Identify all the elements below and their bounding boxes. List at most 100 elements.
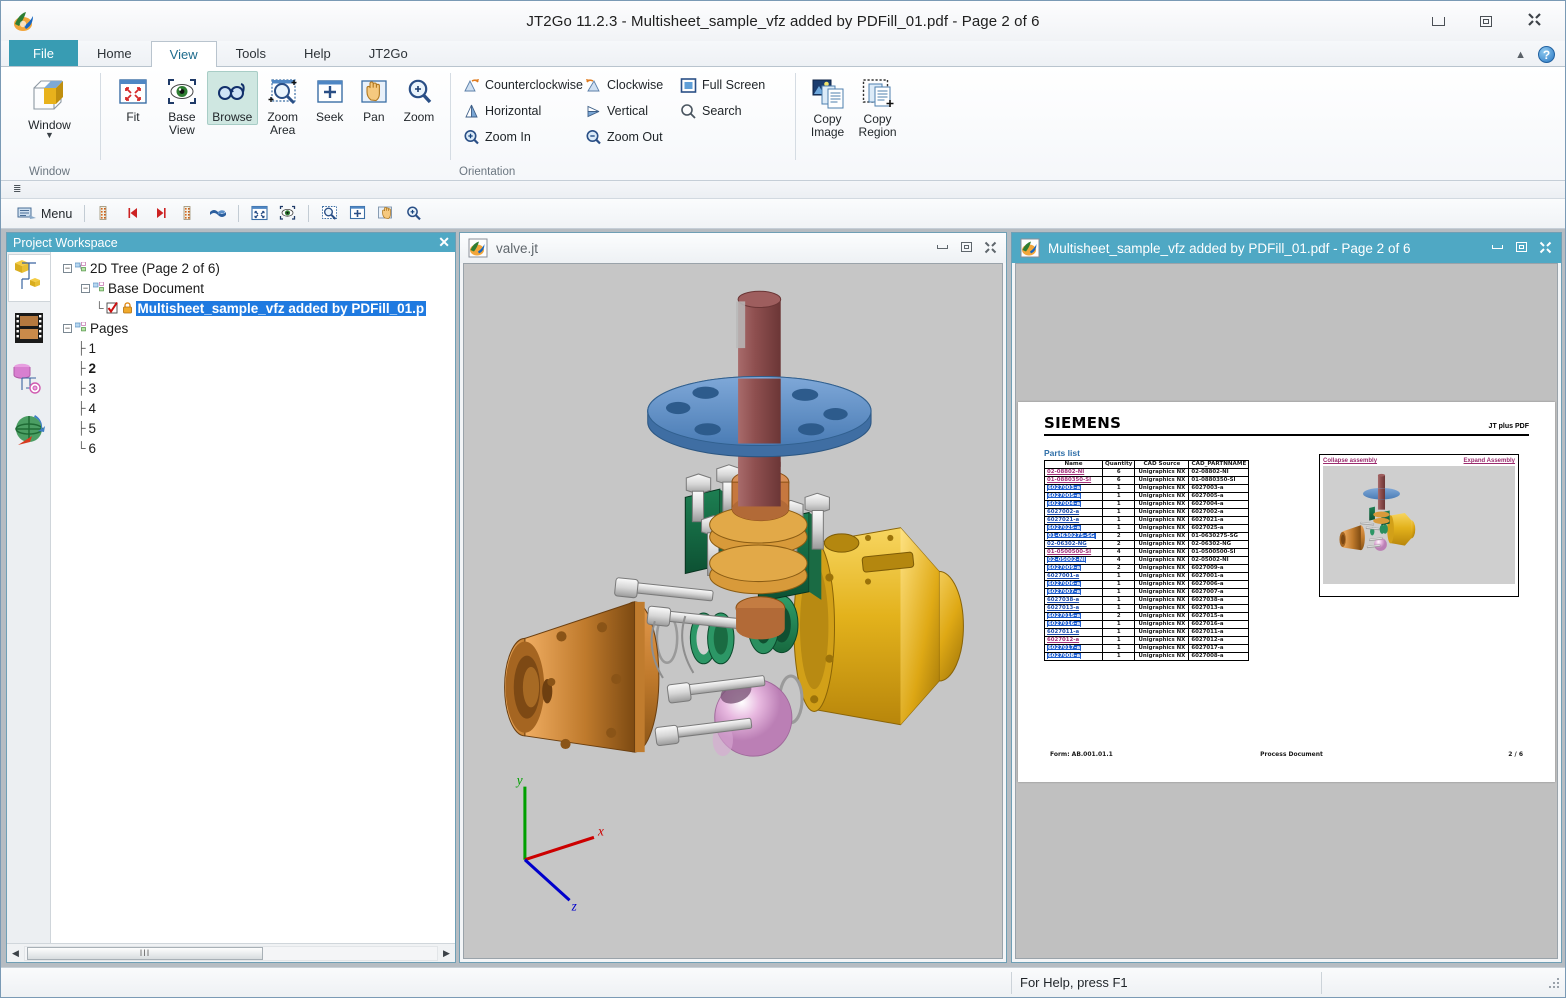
qat-dropdown-icon[interactable]: ≣ <box>13 184 21 195</box>
part-link[interactable]: 01-0880350-SI <box>1047 477 1091 483</box>
part-link[interactable]: 6027012-a <box>1047 637 1079 643</box>
tree-page-4[interactable]: ├ 4 <box>63 398 455 418</box>
tree-page-1[interactable]: ├ 1 <box>63 338 455 358</box>
scrollbar-track[interactable]: III <box>24 946 438 961</box>
part-link[interactable]: 6027017-a <box>1047 645 1081 651</box>
browse-button[interactable]: Browse <box>207 71 258 125</box>
restore-button[interactable] <box>959 240 974 254</box>
restore-button[interactable] <box>1514 240 1529 254</box>
strip-item-assembly-tree[interactable] <box>8 254 50 302</box>
strip-item-pmi[interactable] <box>8 356 50 404</box>
fit-button[interactable]: Fit <box>109 71 157 125</box>
part-link[interactable]: 02-06302-NG <box>1047 541 1087 547</box>
part-link[interactable]: 6027008-a <box>1047 653 1081 659</box>
next-page-button[interactable] <box>149 202 174 226</box>
tab-help[interactable]: Help <box>285 40 350 66</box>
part-link[interactable]: 6027003-a <box>1047 485 1081 491</box>
part-link[interactable]: 6027015-a <box>1047 613 1081 619</box>
checkbox-checked-icon[interactable] <box>106 302 119 314</box>
tab-jt2go[interactable]: JT2Go <box>350 40 427 66</box>
pan-tool-button[interactable] <box>373 202 398 226</box>
tab-file[interactable]: File <box>9 40 78 66</box>
part-link[interactable]: 01-0630275-SG <box>1047 533 1096 539</box>
scroll-right-arrow-icon[interactable]: ▶ <box>438 945 455 962</box>
minimize-button[interactable] <box>935 240 950 254</box>
seek-button[interactable]: Seek <box>308 71 352 125</box>
zoom-out-button[interactable]: Zoom Out <box>581 125 676 149</box>
part-link[interactable]: 6027007-a <box>1047 589 1081 595</box>
close-button[interactable] <box>1538 240 1553 254</box>
vertical-button[interactable]: Vertical <box>581 99 676 123</box>
part-link[interactable]: 6027013-a <box>1047 605 1079 611</box>
zoom-button[interactable]: Zoom <box>396 71 442 125</box>
help-icon[interactable]: ? <box>1538 46 1555 63</box>
previous-page-button[interactable] <box>121 202 146 226</box>
part-link[interactable]: 6027004-a <box>1047 501 1081 507</box>
full-screen-button[interactable]: Full Screen <box>676 73 786 97</box>
base-view-button[interactable]: Base View <box>157 71 207 138</box>
scroll-left-arrow-icon[interactable]: ◀ <box>7 945 24 962</box>
zoom-tool-button[interactable] <box>401 202 426 226</box>
restore-button[interactable] <box>1463 7 1509 35</box>
menu-button[interactable]: Menu <box>13 202 76 226</box>
part-link[interactable]: 6027011-a <box>1047 629 1079 635</box>
minimize-button[interactable] <box>1415 7 1461 35</box>
tree-node-selected-document[interactable]: └ Multisheet_sample_vfz added by PDFill_… <box>63 298 455 318</box>
tree-page-3[interactable]: ├ 3 <box>63 378 455 398</box>
search-button[interactable]: Search <box>676 99 786 123</box>
chevron-up-icon[interactable]: ▲ <box>1515 49 1526 61</box>
counterclockwise-button[interactable]: Counterclockwise <box>459 73 581 97</box>
document-tree[interactable]: − 2D Tree (Page 2 of 6) − Base Document <box>51 252 455 943</box>
strip-item-filmstrip[interactable] <box>8 305 50 353</box>
copy-region-button[interactable]: Copy Region <box>853 73 902 140</box>
expander-icon[interactable]: − <box>63 324 72 333</box>
pdf-viewer[interactable]: SIEMENS JT plus PDF Parts list Name <box>1016 264 1557 958</box>
part-link[interactable]: 02-08802-NI <box>1047 469 1084 475</box>
part-link[interactable]: 6027025-a <box>1047 525 1081 531</box>
chevron-down-icon[interactable]: ▼ <box>45 132 54 139</box>
part-link[interactable]: 6027001-a <box>1047 573 1079 579</box>
model-3d-viewport[interactable]: y x z <box>464 264 1002 958</box>
base-view-tool-button[interactable] <box>275 202 300 226</box>
expander-icon[interactable]: − <box>63 264 72 273</box>
fit-tool-button[interactable] <box>247 202 272 226</box>
minimize-button[interactable] <box>1490 240 1505 254</box>
tree-node-base-document[interactable]: − Base Document <box>63 278 455 298</box>
scrollbar-thumb[interactable]: III <box>27 947 263 960</box>
part-link[interactable]: 6027002-a <box>1047 509 1079 515</box>
seek-tool-button[interactable] <box>345 202 370 226</box>
tree-page-6[interactable]: └ 6 <box>63 438 455 458</box>
strip-item-views[interactable] <box>8 407 50 455</box>
tab-home[interactable]: Home <box>78 40 151 66</box>
part-link[interactable]: 02-05002-NI <box>1047 557 1086 563</box>
part-link[interactable]: 6027016-a <box>1047 621 1081 627</box>
close-button[interactable] <box>1511 7 1557 35</box>
part-link[interactable]: 6027038-a <box>1047 597 1079 603</box>
expand-assembly-link[interactable]: Expand Assembly <box>1464 458 1515 464</box>
fly-through-button[interactable] <box>205 202 230 226</box>
tree-page-2[interactable]: ├ 2 <box>63 358 455 378</box>
collapse-assembly-link[interactable]: Collapse assembly <box>1323 458 1377 464</box>
part-link[interactable]: 01-0500500-SI <box>1047 549 1091 555</box>
workspace-horizontal-scrollbar[interactable]: ◀ III ▶ <box>7 943 455 962</box>
part-link[interactable]: 6027006-a <box>1047 581 1081 587</box>
close-icon[interactable]: ✕ <box>438 234 450 250</box>
zoom-area-button[interactable]: Zoom Area <box>258 71 308 138</box>
pan-button[interactable]: Pan <box>352 71 396 125</box>
zoom-in-button[interactable]: Zoom In <box>459 125 581 149</box>
tree-page-5[interactable]: ├ 5 <box>63 418 455 438</box>
tab-view[interactable]: View <box>151 41 217 67</box>
zoom-area-tool-button[interactable] <box>317 202 342 226</box>
clockwise-button[interactable]: Clockwise <box>581 73 676 97</box>
first-page-button[interactable] <box>93 202 118 226</box>
part-link[interactable]: 6027021-a <box>1047 517 1079 523</box>
window-button[interactable]: Window ▼ <box>8 71 92 140</box>
horizontal-button[interactable]: Horizontal <box>459 99 581 123</box>
tree-node-pages[interactable]: − Pages <box>63 318 455 338</box>
tree-node-2d-tree[interactable]: − 2D Tree (Page 2 of 6) <box>63 258 455 278</box>
copy-image-button[interactable]: Copy Image <box>804 73 851 140</box>
last-page-button[interactable] <box>177 202 202 226</box>
part-link[interactable]: 6027005-a <box>1047 493 1081 499</box>
part-link[interactable]: 6027009-a <box>1047 565 1081 571</box>
close-button[interactable] <box>983 240 998 254</box>
